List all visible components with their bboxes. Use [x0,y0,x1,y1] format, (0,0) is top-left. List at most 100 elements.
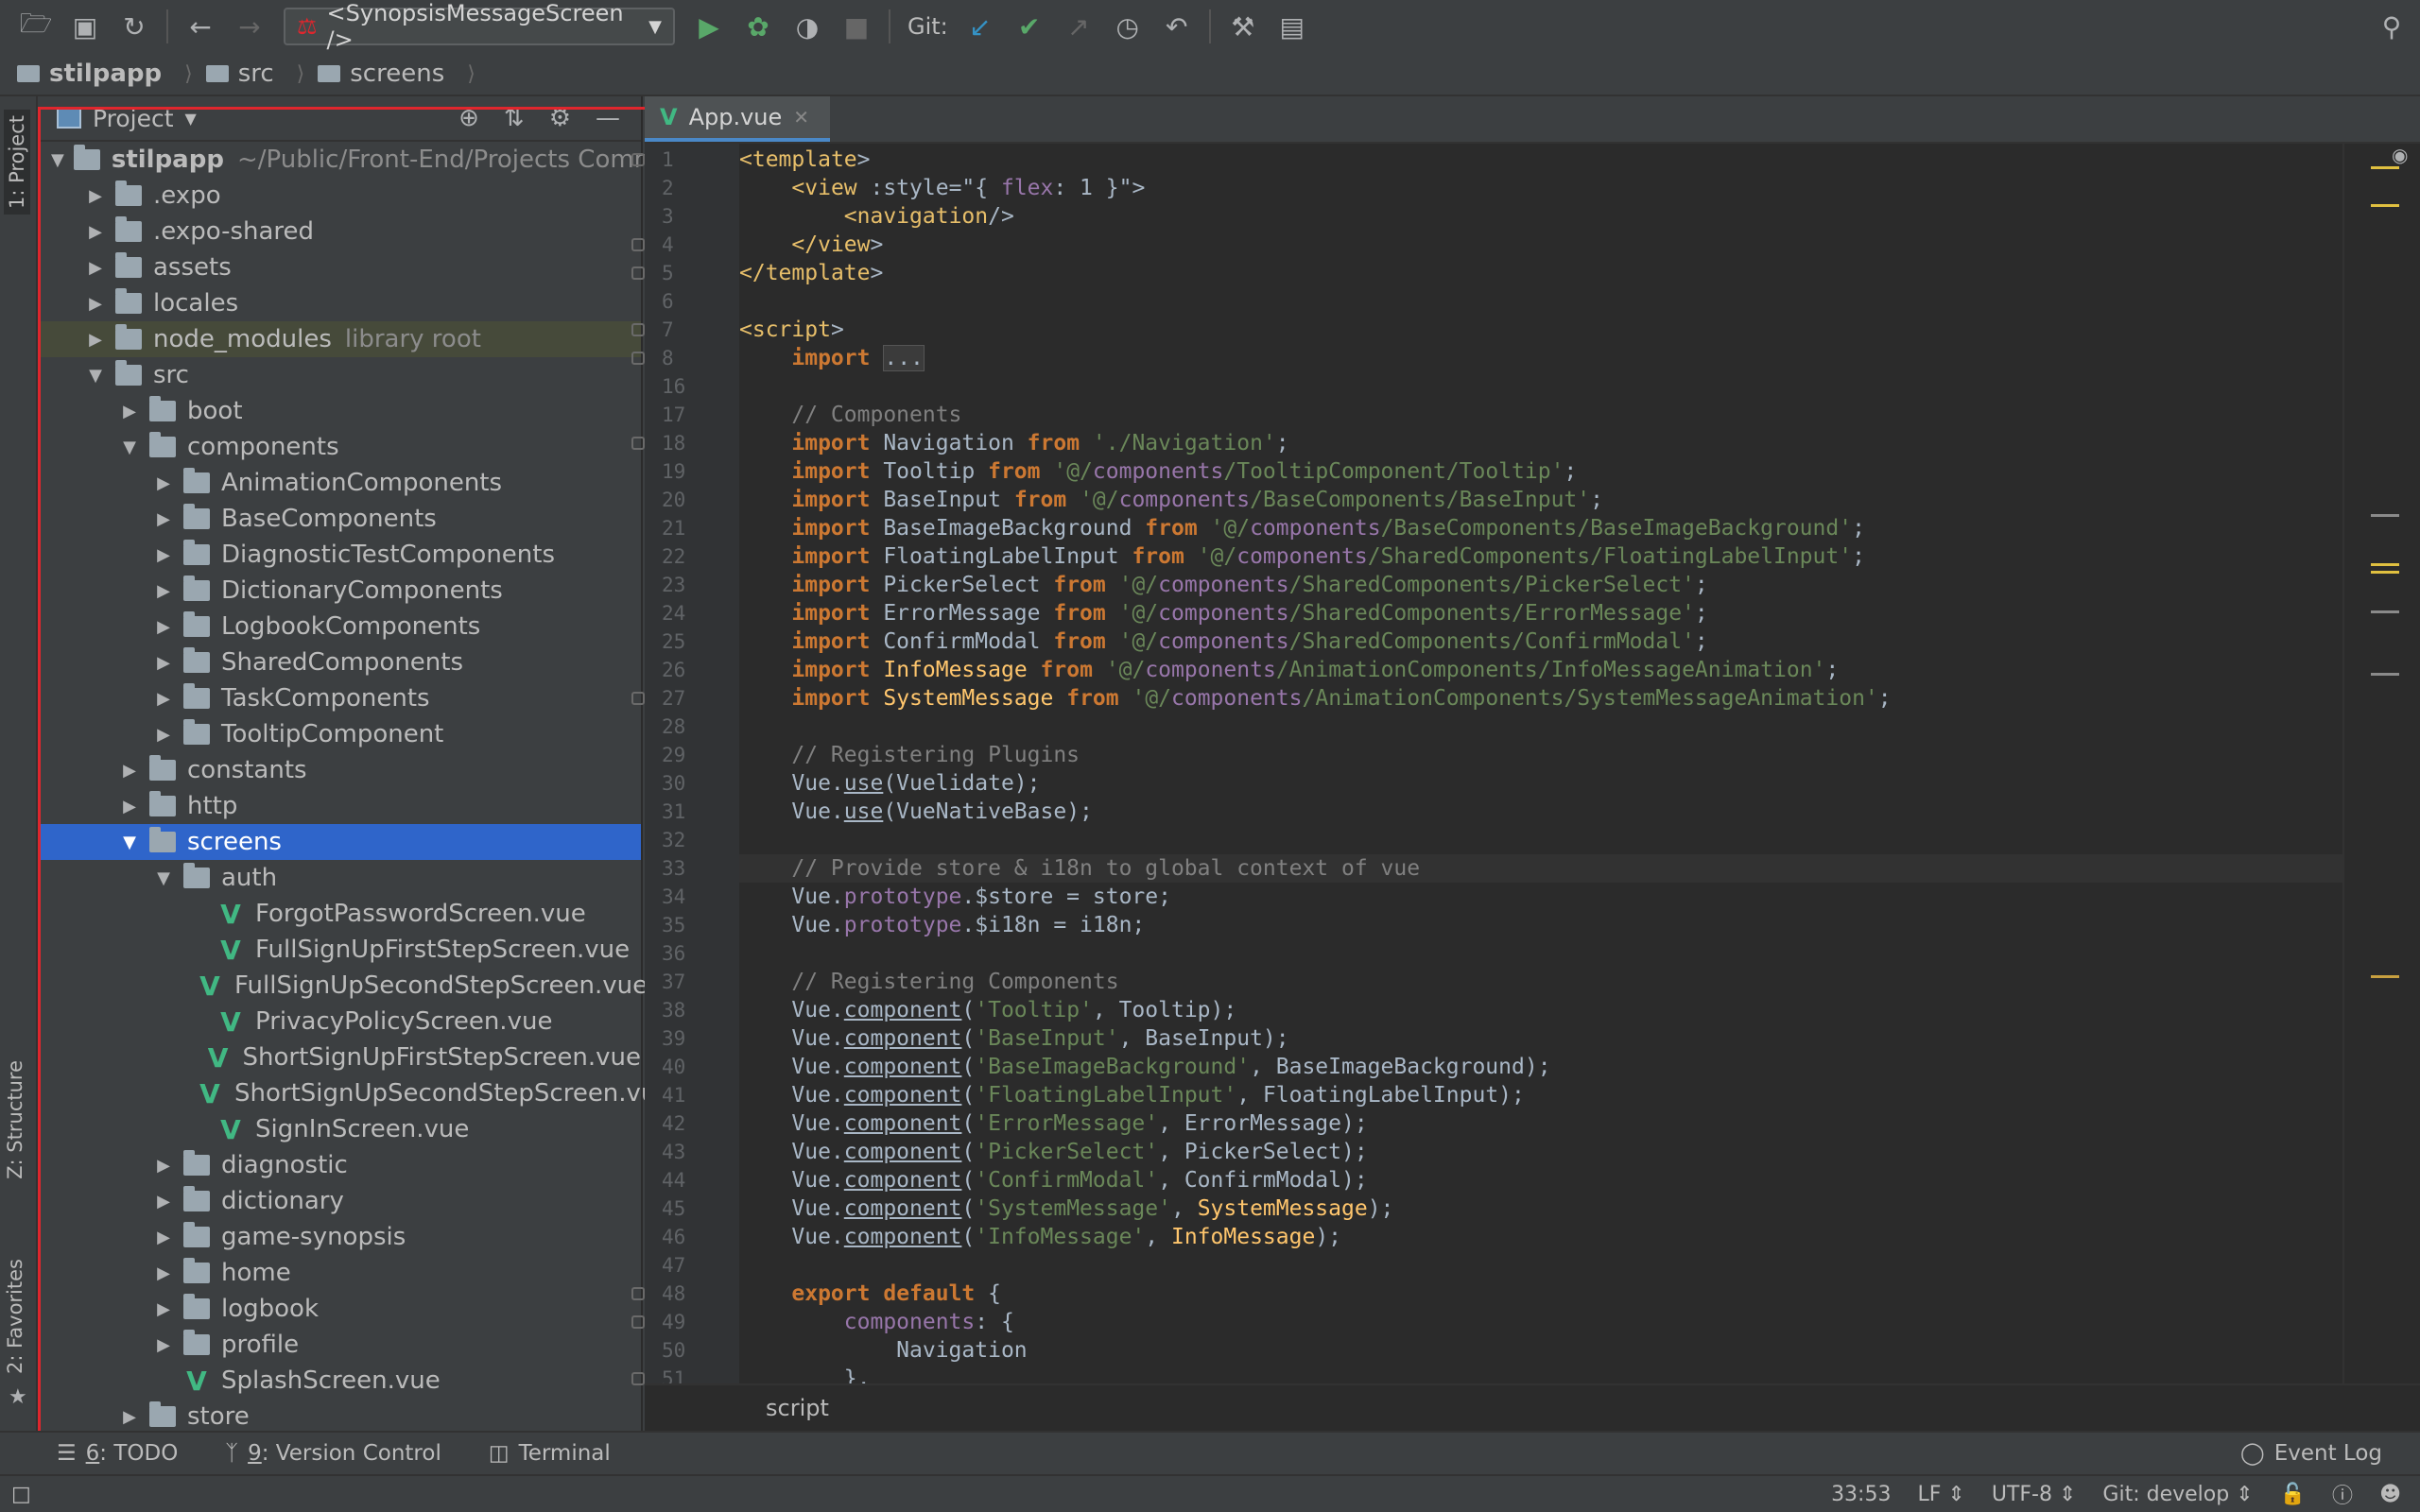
fold-marker-icon[interactable] [631,1372,645,1385]
collapsed-arrow-icon[interactable]: ▶ [119,1407,140,1427]
tree-folder-item[interactable]: ▶ assets [38,249,641,285]
tree-file-item[interactable]: V PrivacyPolicyScreen.vue [38,1004,641,1040]
caret-position[interactable]: 33:53 [1831,1483,1891,1506]
tree-folder-item[interactable]: ▶ home [38,1255,641,1291]
collapsed-arrow-icon[interactable]: ▶ [119,797,140,816]
stripe-marker[interactable] [2371,673,2399,676]
run-configuration-select[interactable]: ⚖ <SynopsisMessageScreen /> ▼ [284,0,675,53]
toggle-tool-windows-icon[interactable]: □ [11,1483,31,1506]
tree-folder-item[interactable]: ▶ DiagnosticTestComponents [38,537,641,573]
tree-folder-item[interactable]: ▼ src [38,357,641,393]
collapsed-arrow-icon[interactable]: ▶ [153,545,174,565]
tool-tab-todo[interactable]: ☰ 6: TODO [57,1441,178,1466]
git-commit-icon[interactable]: ✔ [1007,4,1052,49]
collapsed-arrow-icon[interactable]: ▶ [153,509,174,529]
tree-folder-item[interactable]: ▶ locales [38,285,641,321]
breadcrumb-item-src[interactable]: src ⟩ [205,60,319,88]
tree-folder-item[interactable]: ▶ store [38,1399,641,1435]
search-icon[interactable]: ⚲ [2369,4,2414,49]
tree-folder-item[interactable]: ▼ auth [38,860,641,896]
collapsed-arrow-icon[interactable]: ▶ [153,1299,174,1319]
settings-wrench-icon[interactable]: ⚒ [1220,4,1266,49]
collapsed-arrow-icon[interactable]: ▶ [85,258,106,278]
fold-marker-icon[interactable] [631,1315,645,1329]
tree-file-item[interactable]: V ForgotPasswordScreen.vue [38,896,641,932]
stripe-marker[interactable] [2371,563,2399,566]
line-separator-select[interactable]: LF ⇕ [1917,1483,1964,1506]
collapsed-arrow-icon[interactable]: ▶ [85,186,106,206]
collapsed-arrow-icon[interactable]: ▶ [119,761,140,781]
expanded-arrow-icon[interactable]: ▼ [85,366,106,386]
tree-folder-item[interactable]: ▶ logbook [38,1291,641,1327]
expanded-arrow-icon[interactable]: ▼ [153,868,174,888]
run-coverage-icon[interactable]: ◑ [785,4,830,49]
help-icon[interactable]: ⓘ [2332,1479,2353,1509]
tree-folder-item[interactable]: ▶ node_modules library root [38,321,641,357]
tree-folder-item[interactable]: ▶ SharedComponents [38,644,641,680]
breadcrumb-item-stilpapp[interactable]: stilpapp ⟩ [17,60,206,88]
tree-folder-item[interactable]: ▶ boot [38,393,641,429]
expanded-arrow-icon[interactable]: ▼ [119,438,140,457]
sync-icon[interactable]: ↻ [112,4,157,49]
forward-icon[interactable]: → [227,4,272,49]
collapsed-arrow-icon[interactable]: ▶ [153,1263,174,1283]
collapsed-arrow-icon[interactable]: ▶ [153,617,174,637]
tree-folder-item[interactable]: ▶ TooltipComponent [38,716,641,752]
tree-folder-item[interactable]: ▶ game-synopsis [38,1219,641,1255]
tree-folder-item[interactable]: ▶ diagnostic [38,1147,641,1183]
tool-tab-version-control[interactable]: ᛉ 9: Version Control [225,1441,441,1466]
project-panel-title[interactable]: Project [93,105,174,132]
fold-marker-icon[interactable] [631,266,645,280]
gear-icon[interactable]: ⚙ [549,104,571,132]
stripe-marker[interactable] [2371,204,2399,207]
tab-app-vue[interactable]: V App.vue ✕ [645,96,831,142]
open-folder-icon[interactable]: 🗁 [13,4,59,49]
expanded-arrow-icon[interactable]: ▼ [51,150,64,170]
tree-folder-item[interactable]: ▼ screens [38,824,641,860]
collapsed-arrow-icon[interactable]: ▶ [153,1228,174,1247]
git-update-icon[interactable]: ↙ [958,4,1003,49]
tool-tab-structure[interactable]: Z: Structure [4,1060,26,1179]
hide-panel-icon[interactable]: — [596,104,620,132]
editor-breadcrumb-item[interactable]: script [766,1395,829,1421]
fold-marker-icon[interactable] [631,323,645,336]
expanded-arrow-icon[interactable]: ▼ [119,833,140,852]
tree-file-item[interactable]: V SignInScreen.vue [38,1111,641,1147]
tree-file-item[interactable]: V FullSignUpFirstStepScreen.vue [38,932,641,968]
tree-file-item[interactable]: V ShortSignUpSecondStepScreen.vue [38,1075,671,1111]
tree-folder-item[interactable]: ▶ profile [38,1327,641,1363]
tree-file-item[interactable]: V SplashScreen.vue [38,1363,641,1399]
collapsed-arrow-icon[interactable]: ▶ [153,1192,174,1211]
error-stripe[interactable]: ◉ [2342,144,2420,1383]
fold-marker-icon[interactable] [631,238,645,251]
tree-folder-item[interactable]: ▶ LogbookComponents [38,609,641,644]
locate-icon[interactable]: ⊕ [458,104,479,132]
collapsed-arrow-icon[interactable]: ▶ [153,1156,174,1176]
collapsed-arrow-icon[interactable]: ▶ [153,725,174,745]
close-icon[interactable]: ✕ [793,106,809,129]
collapsed-arrow-icon[interactable]: ▶ [153,581,174,601]
code-text-area[interactable]: <template> <view :style="{ flex: 1 }"> <… [739,144,2346,1383]
fold-marker-icon[interactable] [631,437,645,450]
git-push-icon[interactable]: ↗ [1056,4,1101,49]
stripe-marker[interactable] [2371,610,2399,613]
project-structure-icon[interactable]: ▤ [1270,4,1315,49]
collapsed-arrow-icon[interactable]: ▶ [153,653,174,673]
tree-folder-item[interactable]: ▶ .expo [38,178,641,214]
back-icon[interactable]: ← [178,4,223,49]
tree-folder-item[interactable]: ▶ .expo-shared [38,214,641,249]
collapsed-arrow-icon[interactable]: ▶ [119,402,140,421]
fold-marker-icon[interactable] [631,352,645,365]
event-log-button[interactable]: ◯ Event Log [2240,1441,2382,1466]
encoding-select[interactable]: UTF-8 ⇕ [1992,1483,2077,1506]
run-icon[interactable]: ▶ [686,4,732,49]
stripe-marker[interactable] [2371,975,2399,978]
tree-folder-item[interactable]: ▶ http [38,788,641,824]
tree-folder-item[interactable]: ▼ components [38,429,641,465]
tree-folder-item[interactable]: ▶ DictionaryComponents [38,573,641,609]
collapsed-arrow-icon[interactable]: ▶ [153,1335,174,1355]
tree-folder-item[interactable]: ▶ TaskComponents [38,680,641,716]
git-history-icon[interactable]: ◷ [1105,4,1150,49]
stop-icon[interactable]: ■ [834,4,879,49]
tool-tab-project[interactable]: 1: Project [4,110,30,215]
